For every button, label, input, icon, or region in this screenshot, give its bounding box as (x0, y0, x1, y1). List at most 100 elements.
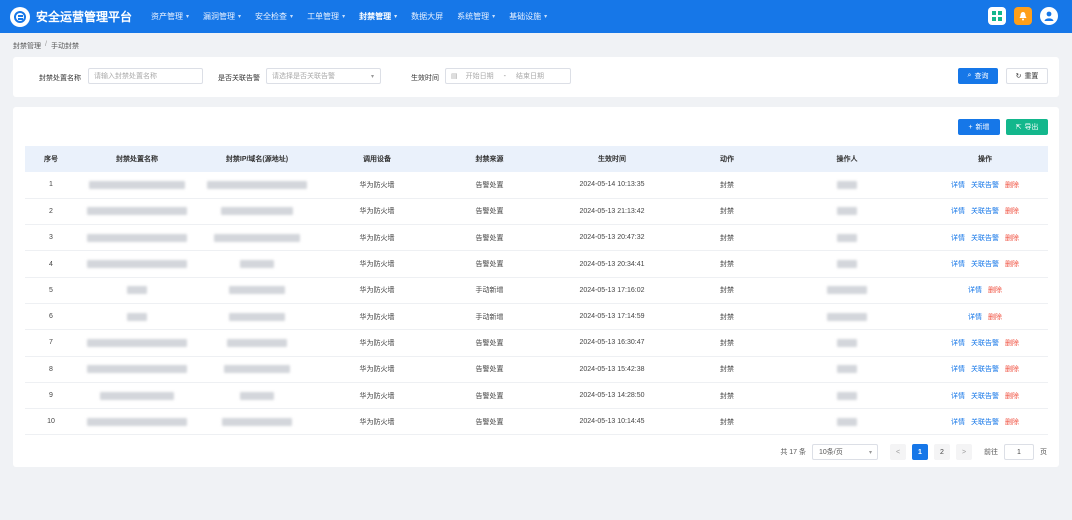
notification-bell-icon[interactable] (1014, 7, 1032, 25)
row-index-cell: 6 (25, 303, 77, 331)
detail-link[interactable]: 详情 (951, 259, 965, 269)
device-cell: 华为防火墙 (317, 250, 437, 278)
row-index-cell: 4 (25, 250, 77, 278)
chevron-left-icon: < (895, 448, 901, 456)
related-alarm-link[interactable]: 关联告警 (971, 391, 999, 401)
nav-item[interactable]: 基础设施 ▾ (502, 0, 554, 33)
date-range-picker[interactable]: ▤ 开始日期 - 结束日期 (445, 68, 571, 84)
page-size-value: 10条/页 (819, 449, 843, 456)
device-cell: 华为防火墙 (317, 277, 437, 304)
nav-item[interactable]: 系统管理 ▾ (450, 0, 502, 33)
action-cell: 封禁 (682, 172, 772, 199)
page-2-button[interactable]: 2 (934, 444, 950, 460)
detail-link[interactable]: 详情 (951, 391, 965, 401)
nav-item[interactable]: 资产管理 ▾ (144, 0, 196, 33)
delete-link[interactable]: 删除 (1005, 364, 1019, 374)
delete-link[interactable]: 删除 (988, 312, 1002, 322)
query-button[interactable]: ⌕ 查询 (958, 68, 998, 84)
effective-time-cell: 2024-05-13 17:16:02 (542, 277, 682, 304)
detail-link[interactable]: 详情 (951, 180, 965, 190)
apps-grid-icon[interactable] (988, 7, 1006, 25)
column-header: 封禁IP/域名(源地址) (197, 146, 317, 172)
action-cell: 封禁 (682, 198, 772, 226)
nav-item[interactable]: 安全检查 ▾ (248, 0, 300, 33)
device-cell: 华为防火墙 (317, 303, 437, 331)
source-cell: 手动新增 (437, 303, 542, 331)
delete-link[interactable]: 删除 (1005, 391, 1019, 401)
nav-item-label: 系统管理 (457, 12, 490, 21)
operations-cell: 详情 关联告警 删除 (922, 356, 1048, 383)
device-cell: 华为防火墙 (317, 382, 437, 410)
effective-time-cell: 2024-05-13 14:28:50 (542, 382, 682, 410)
delete-link[interactable]: 删除 (988, 285, 1002, 295)
redacted-name (127, 286, 147, 295)
device-cell: 华为防火墙 (317, 198, 437, 226)
goto-page-input[interactable]: 1 (1004, 444, 1034, 460)
delete-link[interactable]: 删除 (1005, 206, 1019, 216)
alarm-filter-select[interactable]: 请选择是否关联告警 ▾ (266, 68, 381, 84)
detail-link[interactable]: 详情 (951, 338, 965, 348)
name-filter-label: 封禁处置名称 (39, 75, 81, 82)
delete-link[interactable]: 删除 (1005, 233, 1019, 243)
prev-page-button[interactable]: < (890, 444, 906, 460)
effective-time-cell: 2024-05-13 15:42:38 (542, 356, 682, 383)
action-cell: 封禁 (682, 329, 772, 357)
detail-link[interactable]: 详情 (951, 233, 965, 243)
detail-link[interactable]: 详情 (951, 364, 965, 374)
app-logo-icon (10, 6, 30, 27)
calendar-icon: ▤ (451, 73, 458, 80)
related-alarm-link[interactable]: 关联告警 (971, 338, 999, 348)
detail-link[interactable]: 详情 (968, 312, 982, 322)
block-name-cell (77, 172, 197, 199)
block-ip-cell (197, 329, 317, 357)
redacted-operator (827, 286, 867, 295)
delete-link[interactable]: 删除 (1005, 180, 1019, 190)
redacted-ip (221, 207, 293, 216)
operations-cell: 详情 关联告警 删除 (922, 172, 1048, 199)
top-right-icons (988, 7, 1058, 25)
page-size-select[interactable]: 10条/页 ▾ (812, 444, 878, 460)
user-avatar-icon[interactable] (1040, 7, 1058, 25)
page-1-button[interactable]: 1 (912, 444, 928, 460)
detail-link[interactable]: 详情 (968, 285, 982, 295)
operations-cell: 详情 关联告警 删除 (922, 408, 1048, 436)
detail-link[interactable]: 详情 (951, 206, 965, 216)
query-button-label: 查询 (974, 73, 989, 80)
row-index-cell: 7 (25, 329, 77, 357)
chevron-down-icon: ▾ (342, 14, 346, 20)
related-alarm-link[interactable]: 关联告警 (971, 259, 999, 269)
row-index-cell: 8 (25, 356, 77, 383)
block-name-cell (77, 382, 197, 410)
operator-cell (772, 356, 922, 383)
detail-link[interactable]: 详情 (951, 417, 965, 427)
goto-label: 前往 (984, 449, 998, 456)
delete-link[interactable]: 删除 (1005, 338, 1019, 348)
top-navigation-bar: 安全运营管理平台 资产管理 ▾ 漏洞管理 ▾ 安全检查 ▾ 工单管理 ▾ 封禁管理 ▾ 数据大屏 系统… (0, 0, 1072, 33)
name-filter-input[interactable]: 请输入封禁处置名称 (88, 68, 203, 84)
effective-time-cell: 2024-05-13 17:14:59 (542, 303, 682, 331)
related-alarm-link[interactable]: 关联告警 (971, 206, 999, 216)
table-row: 1 华为防火墙 告警处置 2024-05-14 10:13:35 封禁 详情 关联告警 删除 (25, 172, 1048, 199)
add-button[interactable]: + 新增 (958, 119, 1000, 135)
delete-link[interactable]: 删除 (1005, 259, 1019, 269)
related-alarm-link[interactable]: 关联告警 (971, 180, 999, 190)
nav-item[interactable]: 封禁管理 ▾ (352, 0, 404, 33)
action-cell: 封禁 (682, 224, 772, 252)
action-cell: 封禁 (682, 250, 772, 278)
table-row: 4 华为防火墙 告警处置 2024-05-13 20:34:41 封禁 详情 关联告警 删除 (25, 250, 1048, 278)
redacted-ip (240, 391, 274, 400)
action-cell: 封禁 (682, 356, 772, 383)
breadcrumb-parent[interactable]: 封禁管理 (13, 41, 41, 51)
nav-item[interactable]: 漏洞管理 ▾ (196, 0, 248, 33)
delete-link[interactable]: 删除 (1005, 417, 1019, 427)
redacted-ip (229, 286, 285, 295)
export-button[interactable]: ⇱ 导出 (1006, 119, 1048, 135)
next-page-button[interactable]: > (956, 444, 972, 460)
reset-button[interactable]: ↻ 重置 (1006, 68, 1048, 84)
nav-item[interactable]: 工单管理 ▾ (300, 0, 352, 33)
related-alarm-link[interactable]: 关联告警 (971, 417, 999, 427)
related-alarm-link[interactable]: 关联告警 (971, 233, 999, 243)
block-ip-cell (197, 250, 317, 278)
related-alarm-link[interactable]: 关联告警 (971, 364, 999, 374)
nav-item[interactable]: 数据大屏 (404, 0, 450, 33)
